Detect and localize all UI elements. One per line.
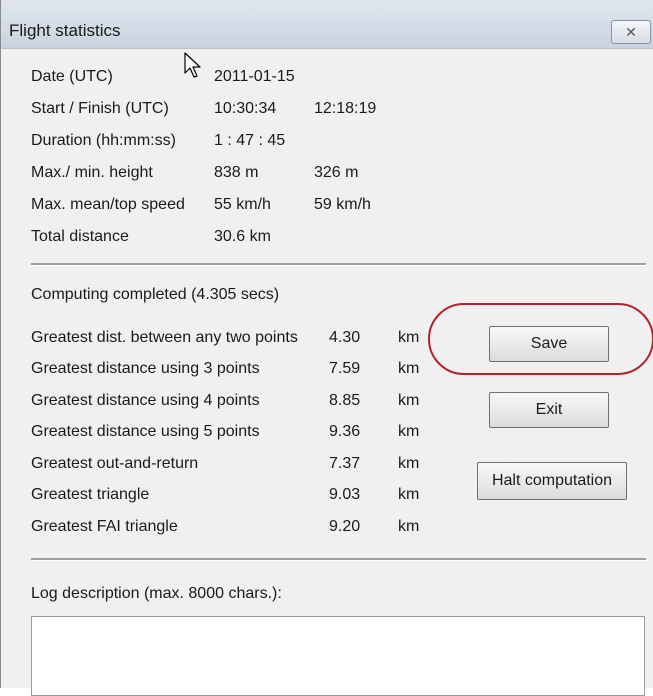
mean-speed-value: 55 km/h [214,196,271,213]
distance-label-triangle: Greatest triangle [31,486,150,503]
title-bar[interactable]: Flight statistics ✕ [1,0,653,49]
close-button[interactable]: ✕ [611,20,651,44]
distance-value-5-points: 9.36 [329,423,361,440]
distance-label-3-points: Greatest distance using 3 points [31,360,260,377]
distance-value-fai-triangle: 9.20 [329,518,361,535]
dialog-content: Date (UTC) 2011-01-15 Start / Finish (UT… [1,49,653,688]
speed-label: Max. mean/top speed [31,196,185,213]
mouse-pointer-icon [184,52,201,78]
separator-top [31,263,646,266]
max-height-value: 838 m [214,164,259,181]
log-description-label: Log description (max. 8000 chars.): [31,585,282,602]
distance-unit: km [398,423,420,440]
distance-unit: km [398,392,420,409]
date-value: 2011-01-15 [214,68,295,85]
height-label: Max./ min. height [31,164,153,181]
distance-unit: km [398,486,420,503]
duration-label: Duration (hh:mm:ss) [31,132,176,149]
finish-time-value: 12:18:19 [314,100,377,117]
distance-unit: km [398,455,420,472]
window-title: Flight statistics [9,21,121,40]
start-finish-label: Start / Finish (UTC) [31,100,169,117]
top-speed-value: 59 km/h [314,196,371,213]
duration-value: 1 : 47 : 45 [214,132,286,149]
date-label: Date (UTC) [31,68,113,85]
flight-statistics-dialog: Flight statistics ✕ Date (UTC) 2011-01-1… [0,0,653,696]
distance-label-fai-triangle: Greatest FAI triangle [31,518,178,535]
distance-value-two-points: 4.30 [329,329,361,346]
distance-value-4-points: 8.85 [329,392,361,409]
separator-bottom [31,558,646,561]
total-distance-value: 30.6 km [214,228,271,245]
close-icon: ✕ [625,24,637,40]
distance-value-3-points: 7.59 [329,360,361,377]
log-description-field[interactable] [31,616,645,696]
distance-label-two-points: Greatest dist. between any two points [31,329,298,346]
distance-unit: km [398,360,420,377]
distance-value-triangle: 9.03 [329,486,361,503]
min-height-value: 326 m [314,164,359,181]
save-button[interactable]: Save [489,326,609,362]
distance-label-out-and-return: Greatest out-and-return [31,455,199,472]
distance-unit: km [398,518,420,535]
distance-label-4-points: Greatest distance using 4 points [31,392,260,409]
exit-button[interactable]: Exit [489,392,609,428]
distance-label-5-points: Greatest distance using 5 points [31,423,260,440]
total-distance-label: Total distance [31,228,129,245]
halt-computation-button[interactable]: Halt computation [477,462,627,500]
start-time-value: 10:30:34 [214,100,277,117]
distance-value-out-and-return: 7.37 [329,455,361,472]
distance-unit: km [398,329,420,346]
computing-status: Computing completed (4.305 secs) [31,286,280,303]
